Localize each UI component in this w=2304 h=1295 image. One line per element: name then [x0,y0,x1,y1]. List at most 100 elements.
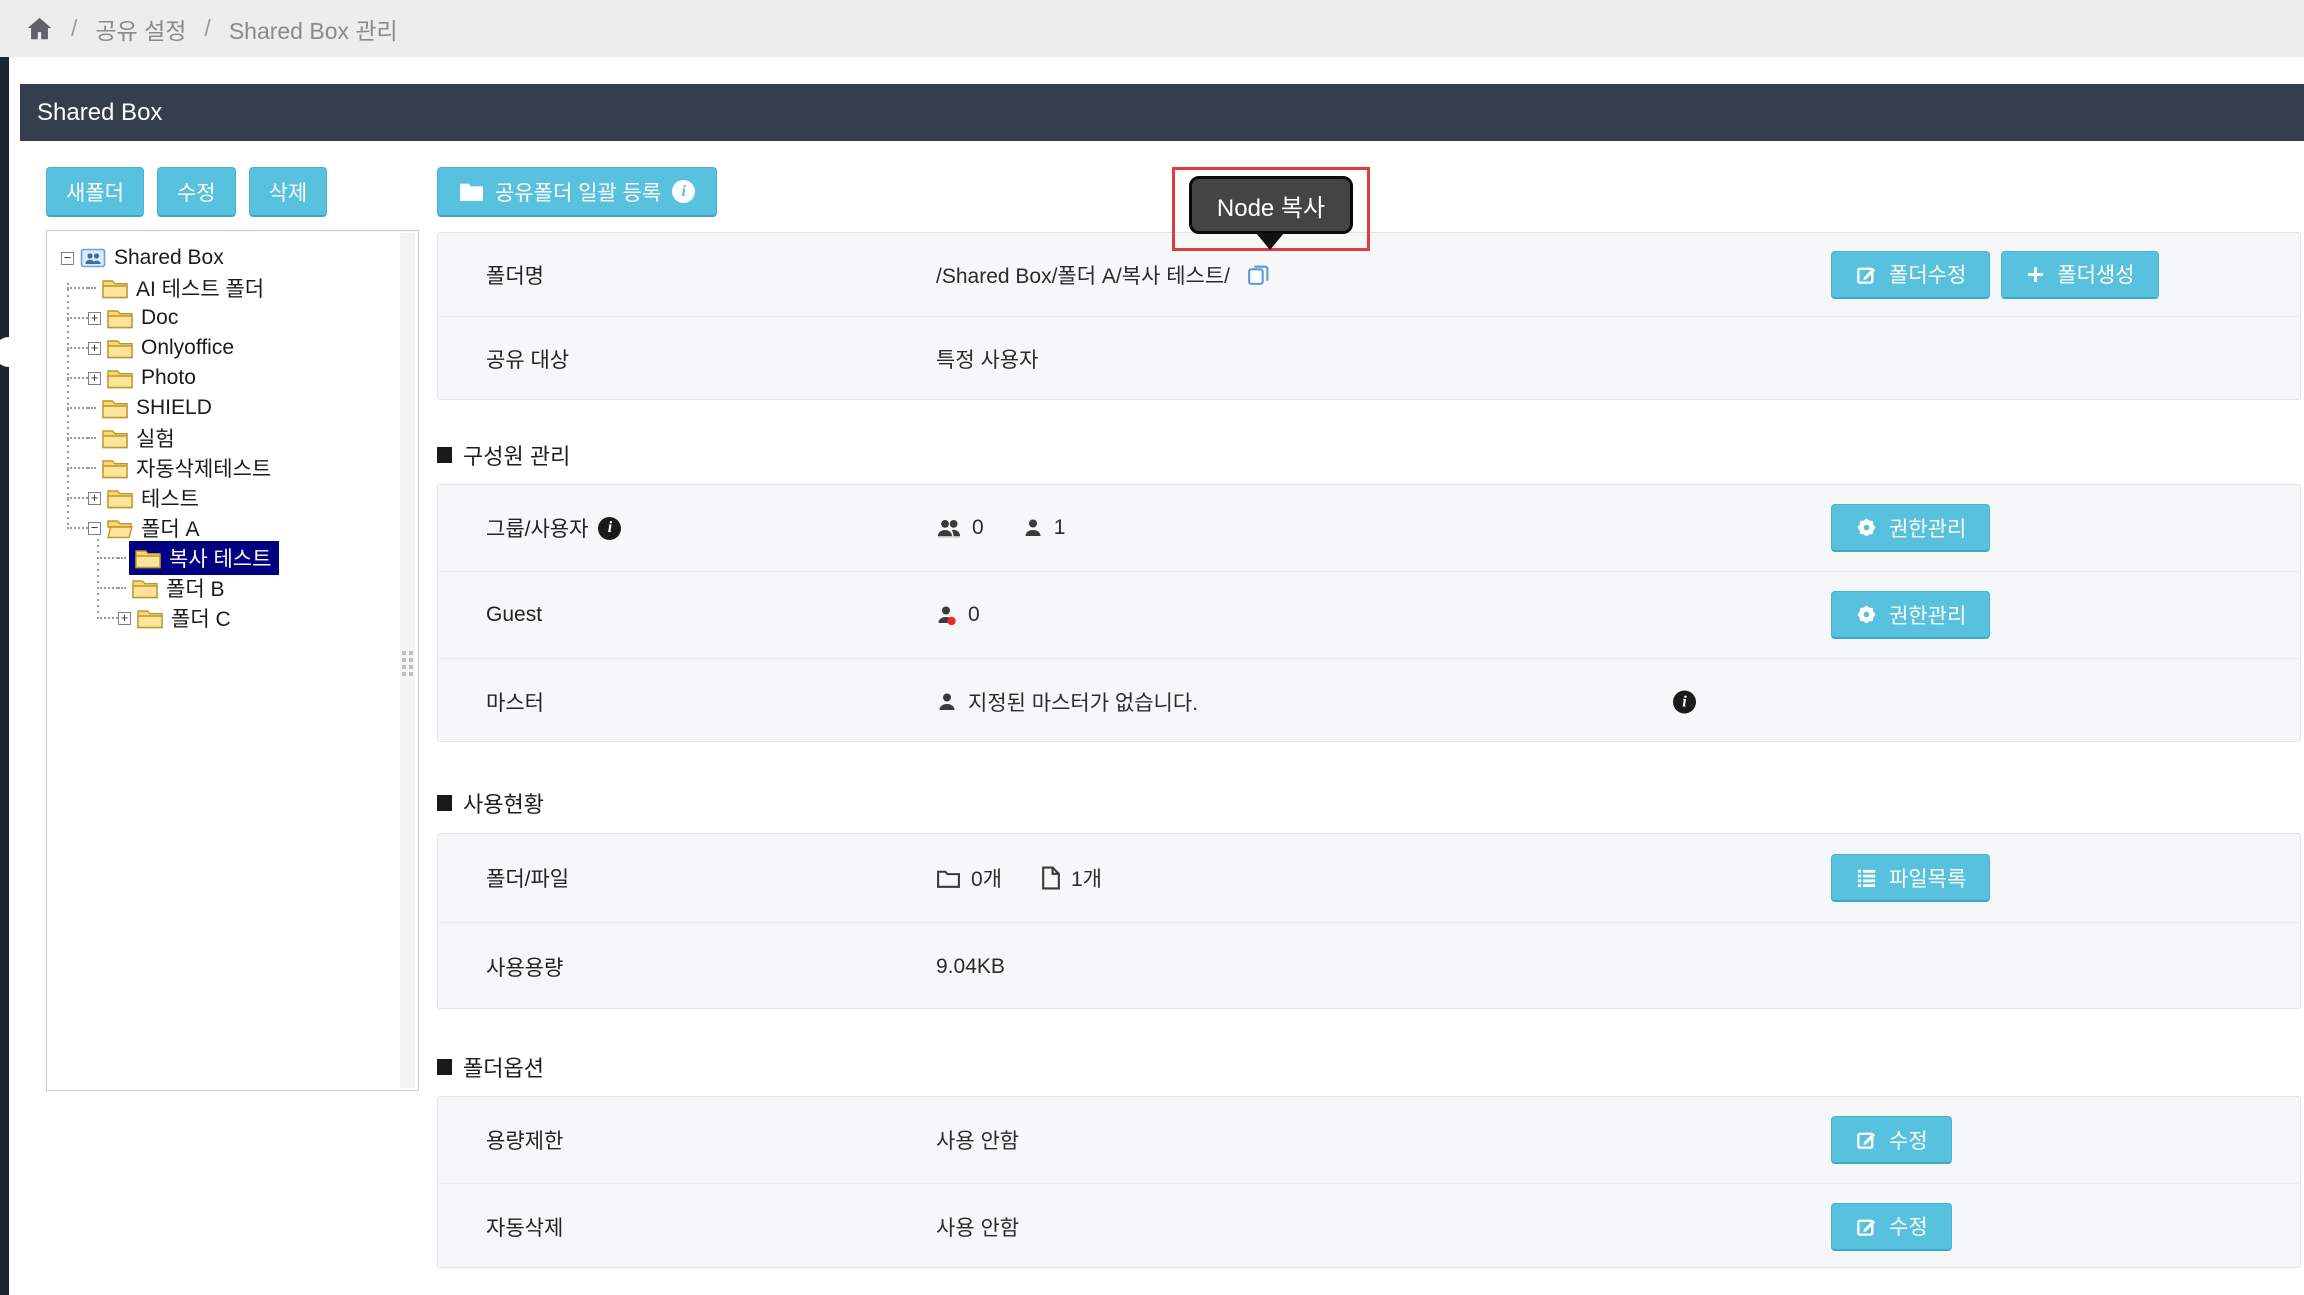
file-list-button[interactable]: 파일목록 [1831,854,1990,902]
expand-expander-icon[interactable] [88,492,101,505]
permission-label: 권한관리 [1889,600,1966,630]
tree-toolbar: 새폴더 수정 삭제 [46,167,327,217]
edit-label: 수정 [177,177,216,207]
create-folder-button[interactable]: 폴더생성 [2001,251,2158,299]
quota-edit-label: 수정 [1889,1125,1928,1155]
share-target-row: 공유 대상 특정 사용자 [438,316,2300,401]
option-panel: 용량제한 사용 안함 수정 자동삭제 사용 안함 수정 [437,1096,2301,1268]
info-icon[interactable]: i [598,517,621,540]
member-section-header: 구성원 관리 [437,440,570,470]
tree-node-label: Shared Box [114,246,224,270]
tree-node-label: SHIELD [136,396,212,420]
edit-folder-tree-button[interactable]: 수정 [157,167,236,217]
tree-node-label: 폴더 A [141,513,199,543]
tree-node-label: 테스트 [141,483,199,513]
quota-edit-button[interactable]: 수정 [1831,1116,1952,1164]
guest-permission-button[interactable]: 권한관리 [1831,591,1990,639]
master-label: 마스터 [486,687,544,717]
section-bullet [437,1059,452,1075]
list-icon [1855,866,1878,889]
tree-node-shared-box-root[interactable]: Shared Box [59,243,394,273]
folder-icon [107,308,133,329]
collapse-expander-icon[interactable] [61,252,74,265]
delete-folder-button[interactable]: 삭제 [249,167,328,217]
auto-delete-edit-button[interactable]: 수정 [1831,1203,1952,1251]
edit-icon [1855,263,1878,286]
member-panel: 그룹/사용자 i 0 1 권한관리 Guest 0 권한관리 [437,484,2301,742]
tree-node[interactable]: 폴더 C [59,603,394,633]
tree-node-folder-a[interactable]: 폴더 A [59,513,394,543]
folder-count: 0개 [971,863,1002,893]
tree-node[interactable]: 폴더 B [59,573,394,603]
expand-expander-icon[interactable] [88,372,101,385]
guest-row: Guest 0 권한관리 [438,571,2300,658]
auto-delete-row: 자동삭제 사용 안함 수정 [438,1183,2300,1269]
folder-file-row: 폴더/파일 0개 1개 파일목록 [438,834,2300,922]
new-folder-button[interactable]: 새폴더 [46,167,144,217]
shared-box-icon [80,247,106,269]
delete-label: 삭제 [269,177,308,207]
tree-node-selected[interactable]: 복사 테스트 [59,543,394,573]
breadcrumb-item-share-settings[interactable]: 공유 설정 [95,12,186,46]
new-folder-label: 새폴더 [66,177,124,207]
folder-info-panel: 폴더명 /Shared Box/폴더 A/복사 테스트/ 폴더수정 폴더생성 공… [437,232,2301,400]
tree-node[interactable]: Doc [59,303,394,333]
edit-folder-button[interactable]: 폴더수정 [1831,251,1990,299]
tree-node-label: Photo [141,366,196,390]
expand-expander-icon[interactable] [88,312,101,325]
expand-expander-icon[interactable] [88,342,101,355]
folder-outline-icon [936,867,961,890]
file-list-label: 파일목록 [1889,863,1966,893]
collapse-expander-icon[interactable] [88,522,101,535]
quota-label: 용량제한 [486,1125,563,1155]
info-icon[interactable]: i [1673,691,1696,714]
tree-node[interactable]: Onlyoffice [59,333,394,363]
info-icon[interactable]: i [672,180,695,203]
usage-section-title: 사용현황 [463,787,544,819]
plus-icon [2025,264,2046,285]
create-folder-label: 폴더생성 [2057,259,2134,289]
copy-icon[interactable] [1246,262,1271,287]
folder-icon [132,578,158,599]
tree-resize-handle[interactable] [402,651,413,690]
master-row: 마스터 지정된 마스터가 없습니다. i [438,658,2300,745]
user-count: 1 [1054,516,1066,540]
usage-panel: 폴더/파일 0개 1개 파일목록 사용용량 9.04KB [437,833,2301,1009]
breadcrumb-item-current: Shared Box 관리 [229,12,398,46]
tooltip-arrow [1256,233,1284,264]
folder-name-label: 폴더명 [486,260,544,290]
folder-icon [102,458,128,479]
tree-node-label: 폴더 C [171,603,231,633]
group-permission-button[interactable]: 권한관리 [1831,504,1990,552]
selected-node-highlight[interactable]: 복사 테스트 [129,541,279,575]
folder-open-icon [107,518,133,539]
tree-node[interactable]: 자동삭제테스트 [59,453,394,483]
auto-delete-value: 사용 안함 [936,1212,1019,1242]
guest-count: 0 [968,603,980,627]
tree-node[interactable]: 실험 [59,423,394,453]
auto-delete-edit-label: 수정 [1889,1211,1928,1241]
tree-node[interactable]: 테스트 [59,483,394,513]
collapsed-sidebar-strip [0,57,9,1295]
breadcrumb-separator: / [71,15,77,42]
folder-icon [135,548,161,569]
tree-node[interactable]: Photo [59,363,394,393]
guest-label: Guest [486,603,542,627]
breadcrumb: / 공유 설정 / Shared Box 관리 [0,0,2304,57]
page-title-bar: Shared Box [20,84,2304,141]
tree-node-label: 폴더 B [166,573,224,603]
used-size-label: 사용용량 [486,952,563,982]
tree-node[interactable]: AI 테스트 폴더 [59,273,394,303]
tree-node[interactable]: SHIELD [59,393,394,423]
folder-icon [102,428,128,449]
folder-icon [459,181,484,203]
sidebar-toggle-notch[interactable] [0,337,24,367]
home-icon[interactable] [26,15,53,42]
section-bullet [437,447,452,463]
bulk-register-button[interactable]: 공유폴더 일괄 등록 i [437,167,717,217]
quota-row: 용량제한 사용 안함 수정 [438,1097,2300,1183]
expand-expander-icon[interactable] [118,612,131,625]
folder-icon [102,278,128,299]
edit-icon [1855,1215,1878,1238]
breadcrumb-separator: / [204,15,210,42]
